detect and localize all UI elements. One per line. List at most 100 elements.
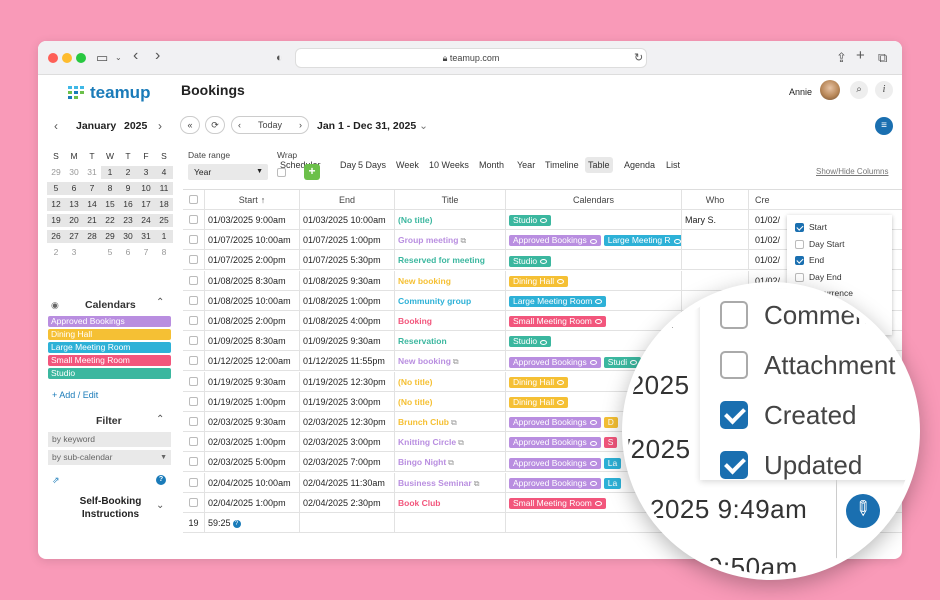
calendar-day[interactable]: 28 (83, 230, 101, 243)
calendar-day[interactable]: 1 (155, 230, 173, 243)
calendar-tag[interactable]: Studio (509, 215, 552, 227)
column-option[interactable]: Start (795, 220, 827, 234)
view-tab-agenda[interactable]: Agenda (621, 157, 658, 173)
calendar-tag[interactable]: Approved Bookings (509, 457, 601, 469)
zoomed-column-option[interactable]: Created (720, 400, 857, 430)
calendar-tag[interactable]: Dining Hall (509, 376, 569, 388)
view-tab-week[interactable]: Week (393, 157, 422, 173)
calendar-tag[interactable]: D (603, 417, 618, 429)
row-checkbox[interactable] (189, 437, 198, 447)
column-header[interactable]: End (300, 190, 395, 210)
calendar-day[interactable]: 5 (47, 182, 65, 195)
show-hide-columns-link[interactable]: Show/Hide Columns (816, 167, 888, 176)
calendar-day[interactable]: 11 (155, 182, 173, 195)
column-header[interactable]: Cre (749, 190, 902, 210)
row-checkbox[interactable] (189, 316, 198, 325)
calendar-tag[interactable]: Large Meeting R (603, 235, 681, 247)
help-icon[interactable]: ? (232, 519, 241, 528)
zoomed-column-checkbox[interactable] (720, 351, 748, 379)
chevron-down-icon[interactable]: ⌄ (115, 50, 122, 66)
keyword-filter-input[interactable]: by keyword (48, 432, 171, 447)
column-option[interactable]: Day End (795, 270, 842, 284)
row-checkbox[interactable] (189, 457, 198, 467)
help-icon[interactable]: ? (156, 475, 166, 485)
menu-icon[interactable]: ≡ (875, 117, 893, 135)
title-cell[interactable]: Group meeting ⧉ (395, 230, 506, 251)
event-title[interactable]: New booking (398, 276, 451, 286)
calendar-day[interactable]: 25 (155, 214, 173, 227)
view-tab-year[interactable]: Year (514, 157, 538, 173)
user-name[interactable]: Annie (789, 87, 812, 97)
calendar-day[interactable]: 8 (155, 246, 173, 259)
calendar-day[interactable]: 21 (83, 214, 101, 227)
avatar[interactable] (820, 80, 840, 100)
event-title[interactable]: (No title) (398, 377, 432, 387)
title-cell[interactable]: Book Club (395, 492, 506, 513)
title-cell[interactable]: Booking (395, 311, 506, 331)
calendar-tag[interactable]: Large Meeting Room (509, 295, 607, 307)
calendar-day[interactable]: 15 (101, 198, 119, 211)
column-option[interactable]: Day Start (795, 237, 844, 251)
calendar-day[interactable]: 3 (137, 166, 155, 179)
calendar-chip[interactable]: Studio (48, 368, 171, 379)
event-title[interactable]: Reservation (398, 336, 447, 346)
calendar-day[interactable]: 2 (47, 246, 65, 259)
view-tab-10-weeks[interactable]: 10 Weeks (426, 157, 472, 173)
title-cell[interactable]: Community group (395, 290, 506, 311)
calendar-tag[interactable]: La (603, 457, 622, 469)
sort-ascending-icon[interactable]: ↑ (261, 195, 266, 205)
row-checkbox[interactable] (189, 396, 198, 406)
column-header[interactable]: Title (395, 190, 506, 210)
view-tab-timeline[interactable]: Timeline (542, 157, 582, 173)
calendar-day[interactable]: 24 (137, 214, 155, 227)
logo[interactable]: teamup (68, 83, 150, 103)
reload-icon[interactable]: ↻ (634, 50, 643, 66)
tabs-overview-icon[interactable]: ⧉ (878, 50, 887, 66)
calendar-day[interactable]: 6 (119, 246, 137, 259)
event-title[interactable]: Reserved for meeting (398, 255, 485, 265)
share-icon[interactable]: ⇪ (836, 50, 847, 66)
info-icon[interactable]: i (875, 81, 893, 99)
back-icon[interactable]: ‹ (133, 48, 138, 64)
calendar-tag[interactable]: Approved Bookings (509, 356, 601, 368)
search-icon[interactable]: ⌕ (850, 81, 868, 99)
calendar-tag[interactable]: Studi (603, 356, 642, 368)
row-checkbox[interactable] (189, 356, 198, 366)
view-tab-table[interactable]: Table (585, 157, 613, 173)
calendar-day[interactable]: 9 (119, 182, 137, 195)
calendar-tag[interactable]: Approved Bookings (509, 235, 601, 247)
view-tab-5-days[interactable]: 5 Days (355, 157, 389, 173)
calendar-day[interactable]: 20 (65, 214, 83, 227)
calendar-day[interactable]: 31 (137, 230, 155, 243)
calendar-chip[interactable]: Approved Bookings (48, 316, 171, 327)
row-checkbox[interactable] (189, 477, 198, 487)
event-title[interactable]: Brunch Club (398, 417, 449, 427)
date-range-picker[interactable]: Jan 1 - Dec 31, 2025 ⌄ (317, 120, 428, 132)
calendar-day[interactable]: 14 (83, 198, 101, 211)
zoomed-column-checkbox[interactable] (720, 401, 748, 429)
zoomed-column-checkbox[interactable] (720, 451, 748, 479)
row-checkbox[interactable] (189, 255, 198, 265)
column-header[interactable]: Who (682, 190, 749, 210)
column-header[interactable]: Start ↑ (205, 190, 300, 210)
sub-calendar-filter-select[interactable]: by sub-calendar ▼ (48, 450, 171, 465)
prev-month-icon[interactable]: ‹ (54, 119, 58, 133)
close-window-button[interactable] (48, 53, 58, 63)
calendar-day[interactable]: 17 (137, 198, 155, 211)
row-checkbox[interactable] (189, 215, 198, 224)
wrap-checkbox[interactable] (277, 168, 286, 177)
calendar-day[interactable]: 7 (83, 182, 101, 195)
calendar-day[interactable]: 7 (137, 246, 155, 259)
zoomed-column-option[interactable]: Commen (720, 300, 869, 330)
title-cell[interactable]: New booking ⧉ (395, 351, 506, 372)
title-cell[interactable]: Reserved for meeting (395, 250, 506, 271)
event-title[interactable]: (No title) (398, 397, 432, 407)
maximize-window-button[interactable] (76, 53, 86, 63)
add-edit-calendars-link[interactable]: + Add / Edit (52, 390, 98, 400)
calendar-tag[interactable]: Dining Hall (509, 275, 569, 287)
calendar-day[interactable]: 8 (101, 182, 119, 195)
calendar-day[interactable]: 31 (83, 166, 101, 179)
event-title[interactable]: Bingo Night (398, 457, 446, 467)
calendar-chip[interactable]: Dining Hall (48, 329, 171, 340)
prev-range-icon[interactable]: ‹ (238, 117, 241, 133)
